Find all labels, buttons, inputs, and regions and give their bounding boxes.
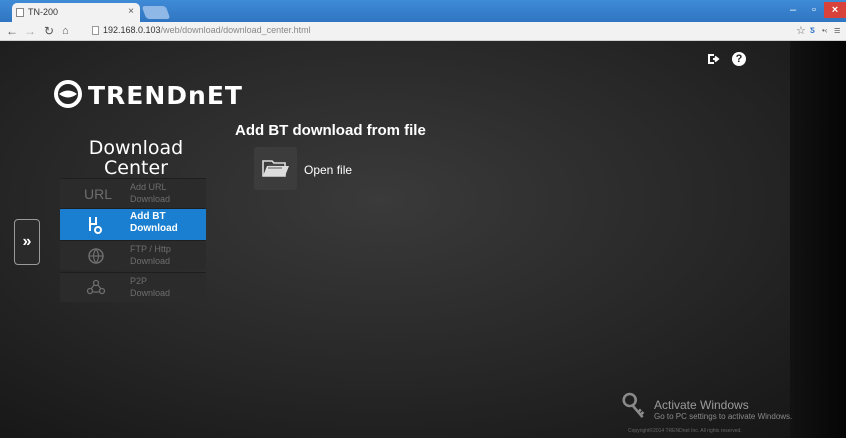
menu-label-line1: Add URL (130, 182, 167, 192)
forward-icon[interactable]: → (24, 23, 36, 39)
logout-icon[interactable] (706, 52, 720, 66)
star-icon[interactable]: ☆ (796, 23, 806, 39)
menu-label-line1: FTP / Http (130, 244, 171, 254)
address-bar[interactable]: 192.168.0.103/web/download/download_cent… (92, 24, 792, 37)
menu-item-p2p[interactable]: P2P Download (60, 272, 206, 302)
menu-item-label: P2P Download (130, 275, 170, 299)
right-shade (790, 41, 846, 438)
globe-icon (88, 248, 104, 265)
menu-label-line2: Download (130, 288, 171, 298)
browser-tab-strip: TN-200 × – ▫ × (0, 0, 846, 22)
open-file-button[interactable]: Open file (254, 147, 414, 193)
back-icon[interactable]: ← (6, 23, 18, 39)
footer-copyright: Copyright©2014 TRENDnet Inc. All rights … (628, 428, 742, 434)
menu-item-label: Add BT Download (130, 211, 178, 235)
menu-item-add-bt[interactable]: Add BT Download (60, 208, 206, 240)
folder-open-icon (254, 147, 297, 190)
page-icon (92, 26, 99, 35)
brand-name: TRENDnET (88, 81, 243, 110)
download-center-title: Download Center (62, 138, 210, 178)
page-title: Add BT download from file (235, 122, 426, 139)
menu-item-add-url[interactable]: URL Add URL Download (60, 178, 206, 208)
extension-icon[interactable]: ƽ (810, 23, 815, 39)
minimize-button[interactable]: – (782, 2, 804, 18)
download-center-title-line2: Center (104, 157, 168, 179)
reload-icon[interactable]: ↻ (44, 23, 54, 39)
url-host: 192.168.0.103 (103, 25, 161, 35)
menu-item-ftp-http[interactable]: FTP / Http Download (60, 240, 206, 270)
url-icon-text: URL (84, 186, 113, 202)
menu-icon[interactable]: ≡ (834, 23, 840, 39)
help-icon[interactable]: ? (732, 52, 746, 66)
menu-label-line1: P2P (130, 276, 148, 286)
url-path: /web/download/download_center.html (160, 25, 311, 35)
close-window-button[interactable]: × (824, 2, 846, 18)
menu-label-line1: Add BT (130, 211, 166, 222)
maximize-button[interactable]: ▫ (804, 2, 824, 18)
menu-item-label: Add URL Download (130, 181, 170, 205)
menu-item-label: FTP / Http Download (130, 243, 171, 267)
trendnet-logo-icon (54, 80, 82, 108)
sidebar-toggle-button[interactable]: » (14, 219, 40, 265)
url-icon: URL (84, 184, 114, 204)
extension-dots-icon[interactable]: •‹ (822, 23, 827, 39)
key-icon (622, 392, 645, 418)
home-icon[interactable]: ⌂ (62, 23, 69, 39)
activate-subtitle: Go to PC settings to activate Windows. (654, 412, 793, 421)
activate-title: Activate Windows (654, 398, 749, 412)
page-favicon-icon (16, 8, 24, 17)
tab-close-icon[interactable]: × (128, 6, 134, 17)
browser-tab[interactable]: TN-200 × (12, 3, 140, 22)
bt-icon (89, 217, 102, 234)
p2p-icon (86, 279, 106, 295)
browser-toolbar: ← → ↻ ⌂ 192.168.0.103/web/download/downl… (0, 22, 846, 41)
menu-label-line2: Download (130, 223, 178, 234)
download-center-title-line1: Download (88, 137, 184, 159)
menu-label-line2: Download (130, 194, 171, 204)
menu-label-line2: Download (130, 256, 171, 266)
open-file-label: Open file (304, 163, 353, 177)
new-tab-button[interactable] (141, 6, 171, 19)
tab-title: TN-200 (28, 7, 59, 17)
